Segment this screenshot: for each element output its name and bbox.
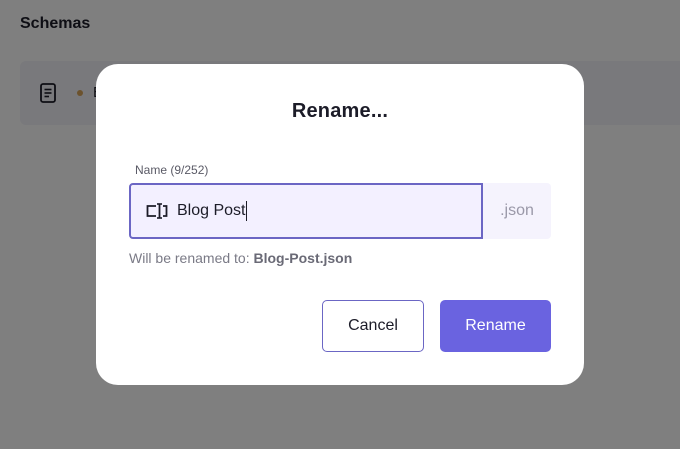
name-field-label: Name (9/252) [135,163,209,177]
file-extension-suffix: .json [483,183,551,239]
name-input-value: Blog Post [177,201,248,221]
rename-preview-prefix: Will be renamed to: [129,250,250,266]
rename-preview-filename: Blog-Post.json [253,250,353,266]
cancel-button[interactable]: Cancel [322,300,424,352]
rename-button[interactable]: Rename [440,300,551,352]
rename-dialog: Rename... Name (9/252) Blog Post .json W… [96,64,584,385]
dialog-title: Rename... [291,100,389,122]
name-input[interactable]: Blog Post [129,183,483,239]
rename-preview-text: Will be renamed to: Blog-Post.json [129,250,352,266]
rename-cursor-icon [146,203,168,219]
